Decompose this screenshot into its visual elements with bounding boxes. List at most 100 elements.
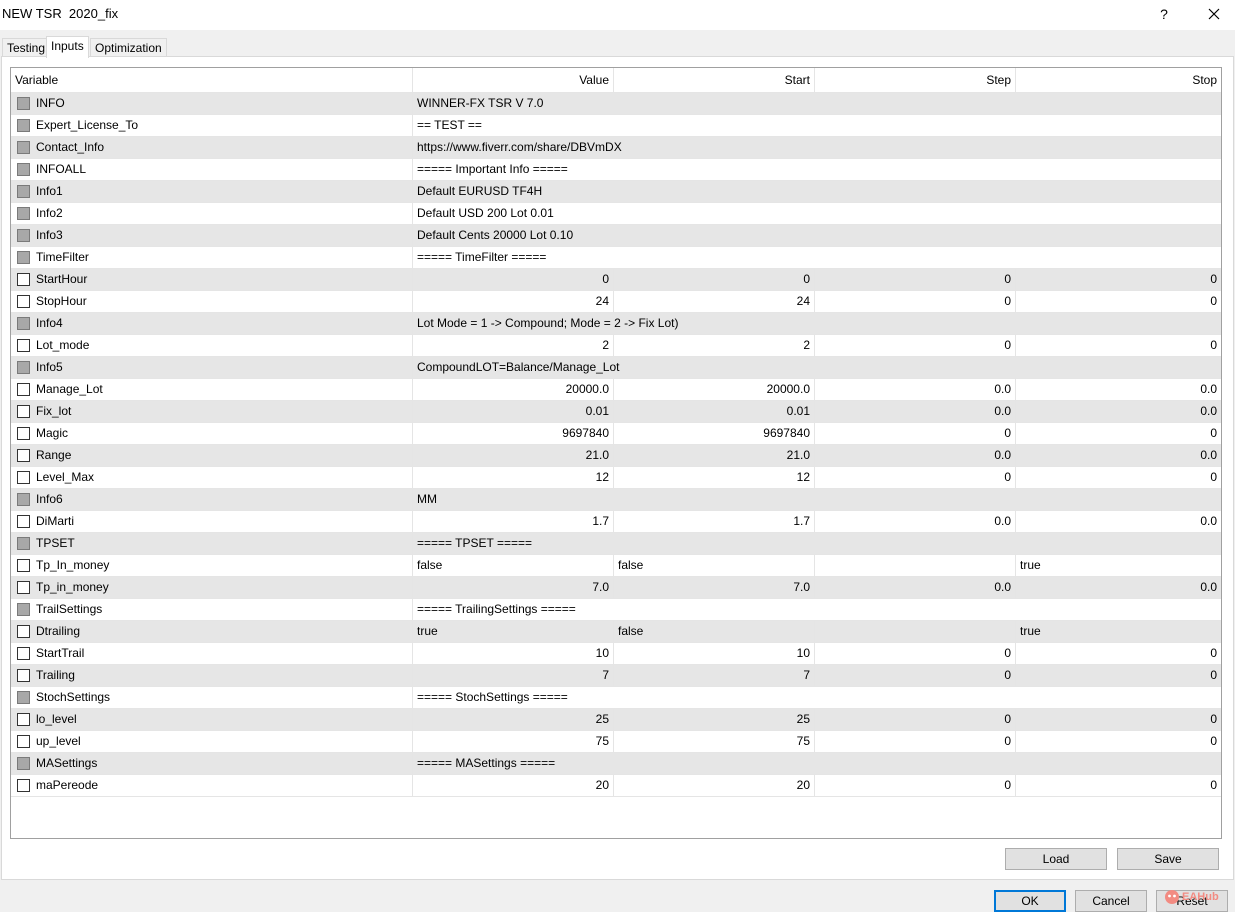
step-cell[interactable]: 0.0: [815, 379, 1016, 401]
column-header-value[interactable]: Value: [413, 68, 614, 93]
table-row[interactable]: StochSettings ===== StochSettings =====: [11, 687, 1221, 709]
step-cell[interactable]: 0: [815, 269, 1016, 291]
table-row[interactable]: Range 21.0 21.0 0.0 0.0: [11, 445, 1221, 467]
table-row[interactable]: TrailSettings ===== TrailingSettings ====…: [11, 599, 1221, 621]
value-cell[interactable]: 9697840: [413, 423, 614, 445]
load-button[interactable]: Load: [1005, 848, 1107, 870]
stop-cell[interactable]: 0: [1016, 775, 1221, 797]
start-cell[interactable]: 25: [614, 709, 815, 731]
value-cell[interactable]: 0: [413, 269, 614, 291]
step-cell[interactable]: 0: [815, 665, 1016, 687]
stop-cell[interactable]: 0.0: [1016, 445, 1221, 467]
table-row[interactable]: Level_Max 12 12 0 0: [11, 467, 1221, 489]
table-row[interactable]: up_level 75 75 0 0: [11, 731, 1221, 753]
step-cell[interactable]: 0: [815, 335, 1016, 357]
table-row[interactable]: Trailing 7 7 0 0: [11, 665, 1221, 687]
value-cell[interactable]: 7.0: [413, 577, 614, 599]
start-cell[interactable]: false: [614, 555, 815, 577]
step-cell[interactable]: [815, 555, 1016, 577]
close-button[interactable]: [1198, 2, 1230, 26]
column-header-step[interactable]: Step: [815, 68, 1016, 93]
cancel-button[interactable]: Cancel: [1075, 890, 1147, 912]
table-row[interactable]: Lot_mode 2 2 0 0: [11, 335, 1221, 357]
tab-optimization[interactable]: Optimization: [90, 38, 167, 57]
start-cell[interactable]: 0.01: [614, 401, 815, 423]
table-row[interactable]: Contact_Info https://www.fiverr.com/share…: [11, 137, 1221, 159]
stop-cell[interactable]: 0.0: [1016, 379, 1221, 401]
value-cell[interactable]: MM: [413, 489, 1221, 511]
start-cell[interactable]: 2: [614, 335, 815, 357]
start-cell[interactable]: 7.0: [614, 577, 815, 599]
column-header-start[interactable]: Start: [614, 68, 815, 93]
step-cell[interactable]: 0: [815, 467, 1016, 489]
step-cell[interactable]: 0.0: [815, 401, 1016, 423]
value-cell[interactable]: Default EURUSD TF4H: [413, 181, 1221, 203]
value-cell[interactable]: 7: [413, 665, 614, 687]
value-cell[interactable]: ===== StochSettings =====: [413, 687, 1221, 709]
table-row[interactable]: Magic 9697840 9697840 0 0: [11, 423, 1221, 445]
step-cell[interactable]: 0: [815, 423, 1016, 445]
start-cell[interactable]: 21.0: [614, 445, 815, 467]
value-cell[interactable]: 2: [413, 335, 614, 357]
start-cell[interactable]: 10: [614, 643, 815, 665]
column-header-variable[interactable]: Variable: [11, 68, 413, 93]
value-cell[interactable]: Default USD 200 Lot 0.01: [413, 203, 1221, 225]
stop-cell[interactable]: 0: [1016, 731, 1221, 753]
start-cell[interactable]: 12: [614, 467, 815, 489]
value-cell[interactable]: Lot Mode = 1 -> Compound; Mode = 2 -> Fi…: [413, 313, 1221, 335]
step-cell[interactable]: [815, 621, 1016, 643]
value-cell[interactable]: 21.0: [413, 445, 614, 467]
start-cell[interactable]: false: [614, 621, 815, 643]
stop-cell[interactable]: true: [1016, 621, 1221, 643]
step-cell[interactable]: 0: [815, 291, 1016, 313]
start-cell[interactable]: 20: [614, 775, 815, 797]
value-cell[interactable]: == TEST ==: [413, 115, 1221, 137]
tab-inputs[interactable]: Inputs: [46, 36, 89, 58]
start-cell[interactable]: 24: [614, 291, 815, 313]
stop-cell[interactable]: 0.0: [1016, 577, 1221, 599]
value-cell[interactable]: 75: [413, 731, 614, 753]
step-cell[interactable]: 0: [815, 709, 1016, 731]
step-cell[interactable]: 0: [815, 775, 1016, 797]
stop-cell[interactable]: 0: [1016, 291, 1221, 313]
value-cell[interactable]: ===== Important Info =====: [413, 159, 1221, 181]
tab-testing[interactable]: Testing: [2, 38, 51, 57]
value-cell[interactable]: ===== MASettings =====: [413, 753, 1221, 775]
start-cell[interactable]: 0: [614, 269, 815, 291]
table-row[interactable]: Info2 Default USD 200 Lot 0.01: [11, 203, 1221, 225]
value-cell[interactable]: 0.01: [413, 401, 614, 423]
stop-cell[interactable]: 0: [1016, 467, 1221, 489]
start-cell[interactable]: 20000.0: [614, 379, 815, 401]
stop-cell[interactable]: 0: [1016, 709, 1221, 731]
table-row[interactable]: Tp_in_money 7.0 7.0 0.0 0.0: [11, 577, 1221, 599]
value-cell[interactable]: 10: [413, 643, 614, 665]
table-row[interactable]: Dtrailing true false true: [11, 621, 1221, 643]
table-row[interactable]: TimeFilter ===== TimeFilter =====: [11, 247, 1221, 269]
table-row[interactable]: Info4 Lot Mode = 1 -> Compound; Mode = 2 …: [11, 313, 1221, 335]
stop-cell[interactable]: 0: [1016, 269, 1221, 291]
value-cell[interactable]: CompoundLOT=Balance/Manage_Lot: [413, 357, 1221, 379]
stop-cell[interactable]: 0: [1016, 665, 1221, 687]
table-row[interactable]: INFOALL ===== Important Info =====: [11, 159, 1221, 181]
stop-cell[interactable]: 0.0: [1016, 511, 1221, 533]
value-cell[interactable]: Default Cents 20000 Lot 0.10: [413, 225, 1221, 247]
table-row[interactable]: DiMarti 1.7 1.7 0.0 0.0: [11, 511, 1221, 533]
table-row[interactable]: maPereode 20 20 0 0: [11, 775, 1221, 797]
table-row[interactable]: Tp_In_money false false true: [11, 555, 1221, 577]
table-row[interactable]: lo_level 25 25 0 0: [11, 709, 1221, 731]
value-cell[interactable]: 12: [413, 467, 614, 489]
column-header-stop[interactable]: Stop: [1016, 68, 1221, 93]
table-row[interactable]: Info5 CompoundLOT=Balance/Manage_Lot: [11, 357, 1221, 379]
value-cell[interactable]: WINNER-FX TSR V 7.0: [413, 93, 1221, 115]
step-cell[interactable]: 0: [815, 643, 1016, 665]
table-row[interactable]: Fix_lot 0.01 0.01 0.0 0.0: [11, 401, 1221, 423]
start-cell[interactable]: 1.7: [614, 511, 815, 533]
table-row[interactable]: StartHour 0 0 0 0: [11, 269, 1221, 291]
ok-button[interactable]: OK: [994, 890, 1066, 912]
stop-cell[interactable]: 0.0: [1016, 401, 1221, 423]
table-row[interactable]: Info1 Default EURUSD TF4H: [11, 181, 1221, 203]
save-button[interactable]: Save: [1117, 848, 1219, 870]
table-row[interactable]: INFO WINNER-FX TSR V 7.0: [11, 93, 1221, 115]
stop-cell[interactable]: 0: [1016, 643, 1221, 665]
table-row[interactable]: MASettings ===== MASettings =====: [11, 753, 1221, 775]
